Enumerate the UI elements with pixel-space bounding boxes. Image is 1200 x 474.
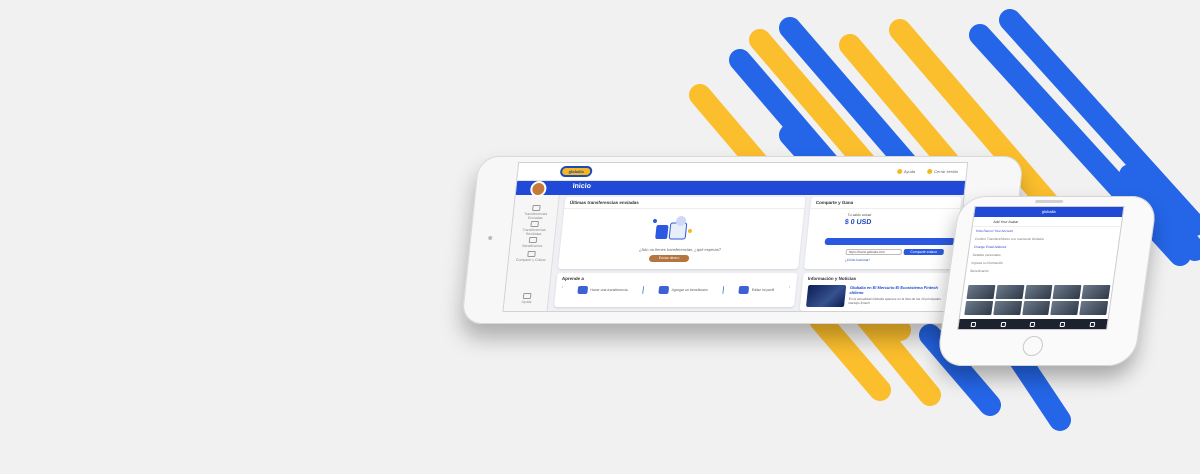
logout-link[interactable]: Cerrar sesión <box>926 168 959 175</box>
sidebar-item-label: Transferencias Recibidas <box>522 228 546 236</box>
heart-icon[interactable] <box>1059 321 1066 327</box>
chevron-left-icon[interactable]: ‹ <box>561 285 564 294</box>
home-icon[interactable] <box>970 321 977 327</box>
balance-amount: $ 0 USD <box>844 219 872 226</box>
tablet-camera <box>488 236 493 240</box>
profile-icon <box>738 285 750 294</box>
sidebar-item-received[interactable]: Transferencias Recibidas <box>515 221 553 236</box>
how-it-works-link[interactable]: ¿Cómo funciona? <box>845 258 871 262</box>
avatar[interactable] <box>529 181 548 197</box>
sidebar-item-label: Beneficiarios <box>522 244 543 248</box>
learn-item-label: Agregar un beneficiario <box>671 287 709 292</box>
phone-line: Hola Renzo! Your Account <box>975 229 1014 233</box>
news-thumbnail[interactable] <box>805 285 847 307</box>
phone-speaker <box>1034 200 1064 203</box>
phone-subheader[interactable]: Add Your Avatar <box>972 217 1122 227</box>
balance-label: Tu saldo actual <box>847 213 872 217</box>
stats-strip <box>824 238 956 245</box>
learn-item-profile[interactable]: Editar mi perfil <box>738 285 774 294</box>
sidebar-item-label: Transferencias Enviadas <box>524 212 548 220</box>
card-title: Últimas transferencias enviadas <box>564 197 806 209</box>
transfers-card: Últimas transferencias enviadas ¿Aún no … <box>557 197 806 269</box>
sidebar-item-label: Ayuda <box>521 300 532 304</box>
help-label: Ayuda <box>903 168 916 174</box>
referral-link-field[interactable]: https://itrans.globalia.com <box>845 249 903 255</box>
topbar-actions: Ayuda Cerrar sesión <box>896 168 959 175</box>
photo-thumb[interactable] <box>966 285 996 299</box>
photo-grid <box>964 285 1111 315</box>
phone-device: globalia Add Your Avatar Hola Renzo! You… <box>936 196 1158 366</box>
photo-thumb[interactable] <box>1079 301 1109 315</box>
card-title: Comparte y Gana <box>810 197 962 209</box>
sidebar-item-help[interactable]: Ayuda <box>508 293 545 304</box>
photo-thumb[interactable] <box>1052 285 1082 299</box>
learn-card: Aprende a ‹ Hacer una transferencia | Ag… <box>553 273 798 307</box>
brand-logo[interactable]: globalia <box>559 166 593 177</box>
photo-thumb[interactable] <box>964 301 993 315</box>
share-icon <box>527 251 536 257</box>
phone-screen: globalia Add Your Avatar Hola Renzo! You… <box>957 206 1125 330</box>
transfer-illustration-icon <box>652 216 692 240</box>
phone-app-header: globalia <box>973 207 1124 217</box>
learn-items: ‹ Hacer una transferencia | Agregar un b… <box>561 285 790 294</box>
phone-tabbar <box>958 319 1108 329</box>
photo-thumb[interactable] <box>1050 301 1080 315</box>
divider: | <box>721 285 725 294</box>
search-icon[interactable] <box>1000 321 1007 327</box>
card-title: Aprende a <box>561 276 585 281</box>
learn-item-transfer[interactable]: Hacer una transferencia <box>576 285 628 294</box>
help-link[interactable]: Ayuda <box>896 168 916 175</box>
divider: | <box>641 285 645 294</box>
share-link-button[interactable]: Compartir enlace <box>903 249 945 255</box>
learn-item-label: Editar mi perfil <box>751 287 775 292</box>
app-topbar: globalia Ayuda Cerrar sesión <box>517 163 968 181</box>
phone-link[interactable]: Change Email Address <box>969 243 1118 251</box>
sidebar-item-sent[interactable]: Transferencias Enviadas <box>517 205 555 220</box>
learn-item-label: Hacer una transferencia <box>590 287 628 292</box>
transfer-icon <box>576 285 588 294</box>
tablet-device: globalia Ayuda Cerrar sesión Inicio Tran… <box>461 156 1024 324</box>
card-title: Información y Noticias <box>807 276 857 281</box>
send-money-button[interactable]: Enviar dinero <box>648 255 690 262</box>
tablet-screen: globalia Ayuda Cerrar sesión Inicio Tran… <box>502 162 969 312</box>
photo-thumb[interactable] <box>1021 301 1051 315</box>
users-icon <box>528 237 538 243</box>
sidebar: Transferencias Enviadas Transferencias R… <box>503 181 560 312</box>
user-add-icon <box>658 285 670 294</box>
share-earn-card: Comparte y Gana Tu saldo actual $ 0 USD … <box>803 197 962 269</box>
help-icon <box>896 169 903 175</box>
profile-icon[interactable] <box>1089 321 1095 327</box>
receive-icon <box>530 221 539 227</box>
phone-line: Confirm Transfers/Monto a tu cuenta de G… <box>974 237 1044 241</box>
logout-label: Cerrar sesión <box>933 168 959 174</box>
phone-detail: Beneficiarios <box>970 269 989 273</box>
sidebar-item-label: Compartir y Cobrar <box>515 258 546 262</box>
help-icon <box>522 293 532 299</box>
phone-detail: Detalles personales <box>972 253 1001 257</box>
page-header-band: Inicio <box>515 181 966 195</box>
photo-thumb[interactable] <box>993 301 1022 315</box>
page-title: Inicio <box>572 183 592 190</box>
logout-icon <box>926 169 933 175</box>
stripe-blue <box>1009 349 1071 431</box>
photo-thumb[interactable] <box>995 285 1025 299</box>
news-card: Información y Noticias Globalia en El Me… <box>799 273 954 311</box>
sidebar-item-beneficiaries[interactable]: Beneficiarios <box>514 237 551 248</box>
camera-icon[interactable] <box>1030 321 1036 327</box>
send-icon <box>532 205 541 211</box>
empty-state-text: ¿Aún no tienes transferencias, ¿qué espe… <box>638 247 722 252</box>
phone-home-button <box>1021 336 1045 356</box>
news-excerpt: En la actualidad Globalia aparece en la … <box>848 297 941 305</box>
news-headline[interactable]: Globalia en El Mercurio El Ecosistema Fi… <box>849 285 950 295</box>
chevron-right-icon[interactable]: › <box>788 285 791 294</box>
learn-item-beneficiary[interactable]: Agregar un beneficiario <box>658 285 708 294</box>
photo-thumb[interactable] <box>1024 285 1053 299</box>
phone-detail: Ingresa tu información <box>971 261 1004 265</box>
sidebar-item-share[interactable]: Compartir y Cobrar <box>513 251 550 262</box>
photo-thumb[interactable] <box>1081 285 1111 299</box>
